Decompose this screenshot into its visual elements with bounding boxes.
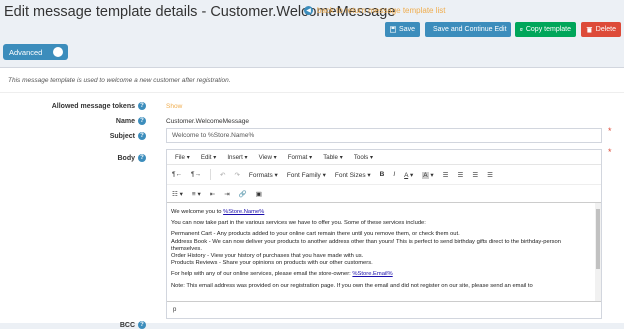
trash-icon: [586, 26, 593, 33]
body-editor: File ▾ Edit ▾ Insert ▾ View ▾ Format ▾ T…: [166, 149, 602, 319]
back-link-label: back to return message template list: [317, 6, 446, 15]
indent-icon[interactable]: ⇥: [224, 190, 229, 198]
floppy-icon: [390, 26, 397, 33]
align-center-icon[interactable]: ☰: [457, 171, 463, 179]
template-panel: This message template is used to welcome…: [0, 67, 624, 329]
name-label: Name ?: [116, 117, 146, 125]
image-icon[interactable]: ▣: [256, 190, 262, 198]
bg-color-icon[interactable]: A ▾: [422, 171, 434, 179]
save-button-label: Save: [399, 26, 415, 33]
menu-insert[interactable]: Insert ▾: [227, 154, 247, 161]
tokens-label: Allowed message tokens ?: [52, 102, 146, 110]
required-marker: *: [608, 147, 612, 157]
menu-table[interactable]: Table ▾: [323, 154, 343, 161]
bcc-label: BCC ?: [120, 321, 146, 329]
help-icon[interactable]: ?: [138, 132, 146, 140]
bullet-list-icon[interactable]: ☷ ▾: [172, 190, 183, 198]
font-sizes-dropdown[interactable]: Font Sizes ▾: [335, 171, 371, 179]
editor-toolbar-1: ¶← ¶→ ↶ ↷ Formats ▾ Font Family ▾ Font S…: [167, 165, 601, 185]
toggle-knob: [53, 47, 63, 57]
help-icon[interactable]: ?: [138, 154, 146, 162]
arrow-left-circle-icon: ◀: [304, 6, 313, 15]
align-left-icon[interactable]: ☰: [443, 171, 449, 179]
editor-scrollbar[interactable]: [595, 203, 601, 301]
save-button[interactable]: Save: [385, 22, 420, 37]
redo-icon[interactable]: ↷: [234, 171, 239, 179]
name-value: Customer.WelcomeMessage: [166, 118, 249, 125]
advanced-mode-label: Advanced: [9, 47, 43, 57]
editor-menubar: File ▾ Edit ▾ Insert ▾ View ▾ Format ▾ T…: [167, 150, 601, 165]
name-label-text: Name: [115, 117, 135, 125]
menu-tools[interactable]: Tools ▾: [354, 154, 373, 161]
body-label-text: Body: [117, 154, 136, 162]
show-tokens-link[interactable]: Show: [166, 103, 182, 110]
subject-input[interactable]: Welcome to %Store.Name%: [166, 128, 602, 143]
required-marker: *: [608, 126, 612, 136]
link-icon[interactable]: 🔗: [239, 190, 247, 198]
editor-content[interactable]: We welcome you to %Store.Name% You can n…: [167, 204, 595, 300]
store-name-token[interactable]: %Store.Name%: [223, 209, 264, 215]
ltr-icon[interactable]: ¶←: [172, 171, 182, 178]
font-family-dropdown[interactable]: Font Family ▾: [287, 171, 326, 179]
align-right-icon[interactable]: ☰: [472, 171, 478, 179]
scrollbar-thumb[interactable]: [596, 209, 600, 269]
undo-icon[interactable]: ↶: [220, 171, 225, 179]
rtl-icon[interactable]: ¶→: [191, 171, 201, 178]
copy-template-button[interactable]: Copy template: [515, 22, 576, 37]
help-icon[interactable]: ?: [138, 321, 146, 329]
save-continue-button[interactable]: Save and Continue Edit: [425, 22, 511, 37]
template-description: This message template is used to welcome…: [8, 77, 231, 84]
menu-format[interactable]: Format ▾: [288, 154, 312, 161]
divider: [0, 92, 624, 93]
italic-icon[interactable]: I: [393, 171, 395, 178]
help-icon[interactable]: ?: [138, 102, 146, 110]
text-color-icon[interactable]: A ▾: [404, 171, 413, 179]
page-header: Edit message template details - Customer…: [0, 0, 624, 48]
outdent-icon[interactable]: ⇤: [210, 190, 215, 198]
delete-button-label: Delete: [595, 26, 616, 33]
align-justify-icon[interactable]: ☰: [487, 171, 493, 179]
subject-label: Subject ?: [110, 132, 146, 140]
back-link[interactable]: ◀ back to return message template list: [304, 6, 446, 15]
numbered-list-icon[interactable]: ≡ ▾: [192, 190, 201, 198]
advanced-mode-toggle[interactable]: Advanced: [3, 44, 68, 60]
editor-toolbar-2: ☷ ▾ ≡ ▾ ⇤ ⇥ 🔗 ▣: [167, 185, 601, 203]
help-icon[interactable]: ?: [138, 117, 146, 125]
delete-button[interactable]: Delete: [581, 22, 621, 37]
subject-label-text: Subject: [109, 132, 135, 140]
menu-view[interactable]: View ▾: [259, 154, 277, 161]
bold-icon[interactable]: B: [380, 171, 385, 178]
copy-template-label: Copy template: [525, 26, 571, 33]
save-continue-label: Save and Continue Edit: [433, 26, 507, 33]
menu-edit[interactable]: Edit ▾: [201, 154, 217, 161]
editor-statusbar: p: [167, 301, 601, 318]
tokens-label-text: Allowed message tokens: [51, 102, 135, 110]
formats-dropdown[interactable]: Formats ▾: [249, 171, 278, 179]
store-email-token[interactable]: %Store.Email%: [352, 271, 392, 277]
menu-file[interactable]: File ▾: [175, 154, 190, 161]
copy-icon: [520, 28, 523, 31]
body-label: Body ?: [117, 154, 146, 162]
